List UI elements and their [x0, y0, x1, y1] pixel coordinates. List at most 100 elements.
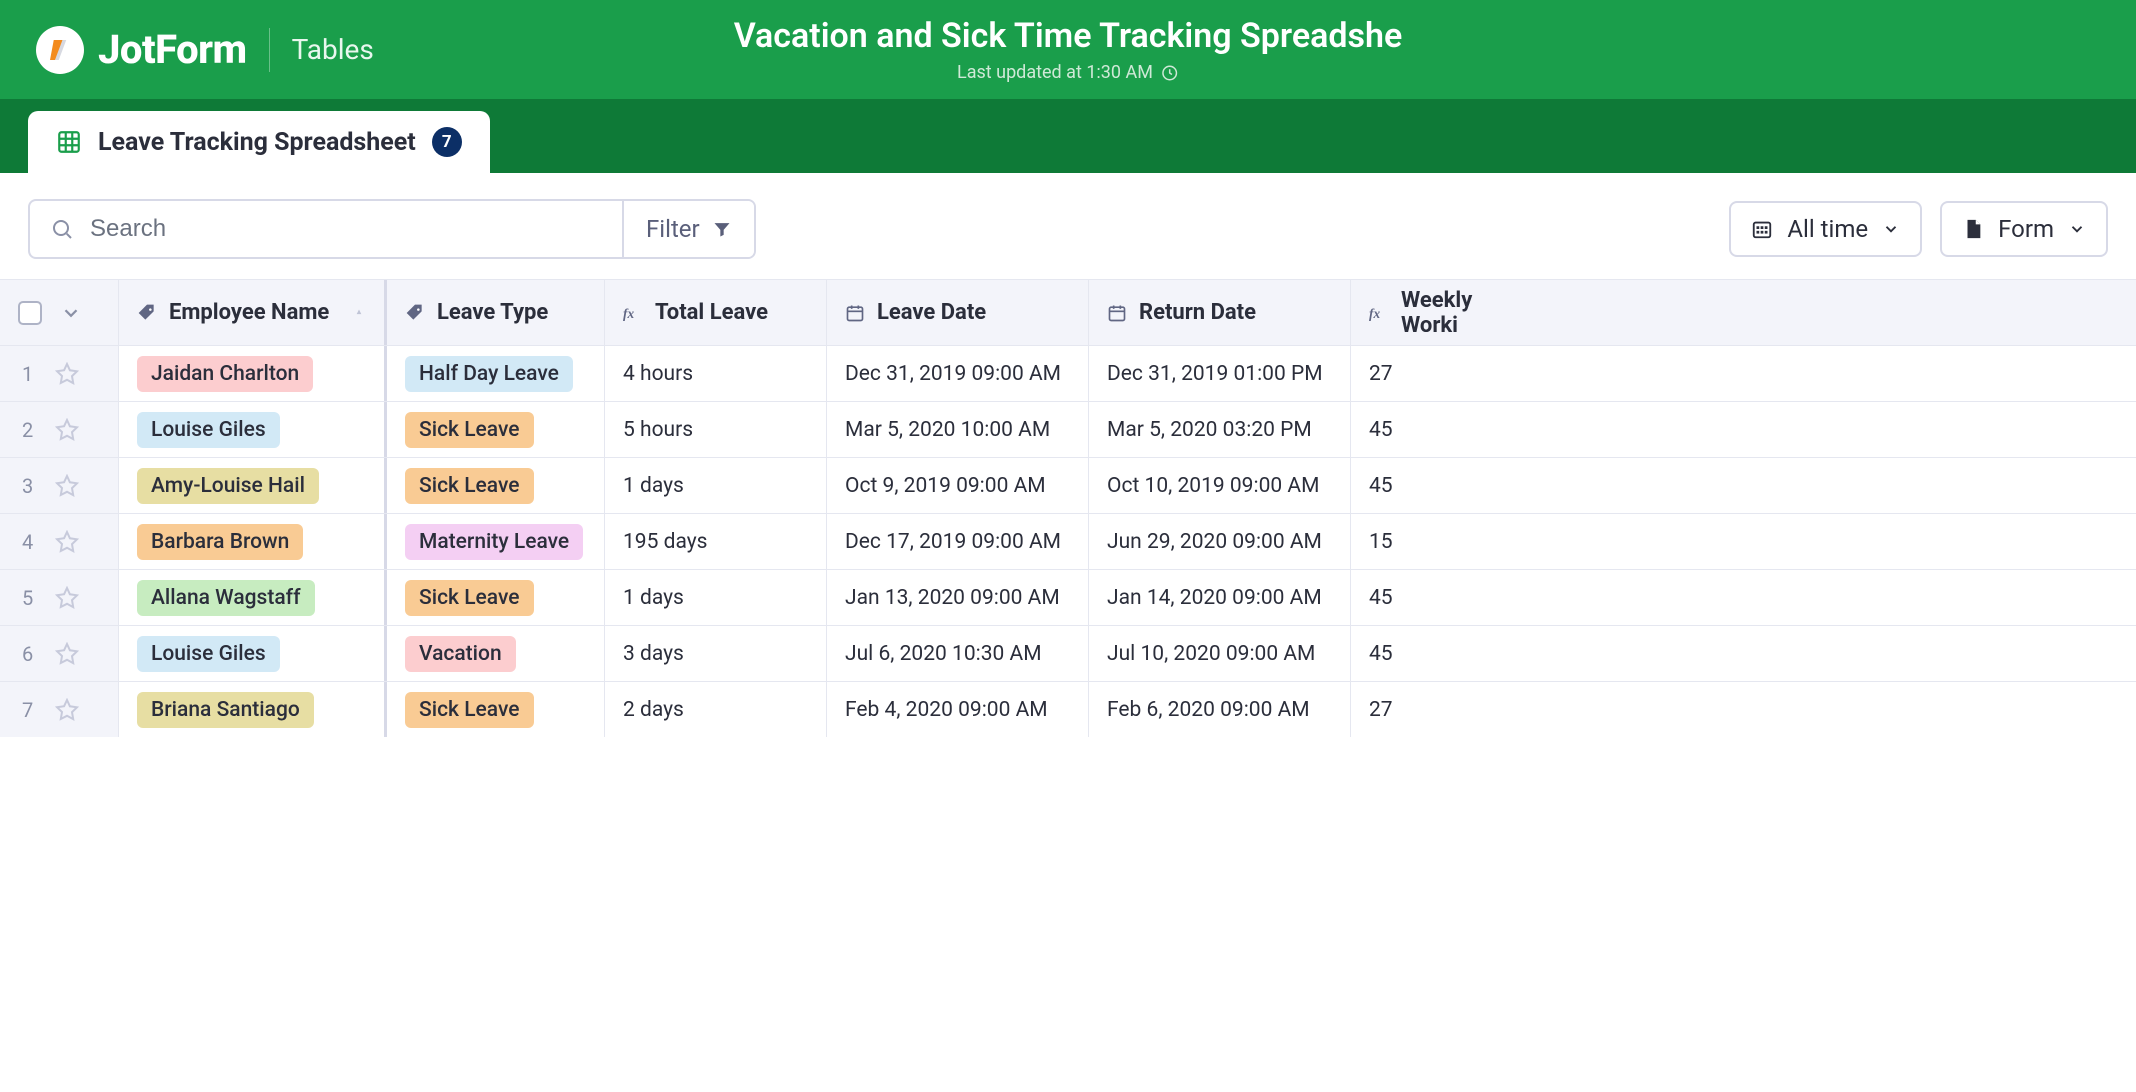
form-dropdown[interactable]: Form: [1940, 201, 2108, 257]
tag-icon: [137, 303, 157, 323]
filter-icon: [712, 219, 732, 239]
col-leave-type-label: Leave Type: [437, 300, 548, 325]
cell-total-leave[interactable]: 1 days: [604, 570, 826, 625]
row-number: 1: [22, 362, 33, 386]
cell-employee[interactable]: Briana Santiago: [118, 682, 384, 737]
star-icon[interactable]: [55, 418, 79, 442]
cell-total-leave[interactable]: 3 days: [604, 626, 826, 681]
col-return-date-label: Return Date: [1139, 300, 1256, 325]
col-return-date[interactable]: Return Date: [1088, 280, 1350, 345]
cell-leave-type[interactable]: Sick Leave: [384, 402, 604, 457]
search-input[interactable]: [88, 214, 602, 244]
star-icon[interactable]: [55, 474, 79, 498]
cell-weekly[interactable]: 15: [1350, 514, 1536, 569]
cell-total-leave[interactable]: 1 days: [604, 458, 826, 513]
cell-weekly[interactable]: 27: [1350, 346, 1536, 401]
cell-leave-date[interactable]: Jul 6, 2020 10:30 AM: [826, 626, 1088, 681]
brand-section-label[interactable]: Tables: [292, 33, 374, 66]
page-title[interactable]: Vacation and Sick Time Tracking Spreadsh…: [734, 16, 1403, 56]
cell-employee[interactable]: Louise Giles: [118, 626, 384, 681]
cell-leave-type[interactable]: Sick Leave: [384, 570, 604, 625]
cell-total-leave[interactable]: 5 hours: [604, 402, 826, 457]
star-icon[interactable]: [55, 530, 79, 554]
star-icon[interactable]: [55, 698, 79, 722]
cell-return-date[interactable]: Jul 10, 2020 09:00 AM: [1088, 626, 1350, 681]
cell-leave-type[interactable]: Sick Leave: [384, 682, 604, 737]
cell-leave-date[interactable]: Mar 5, 2020 10:00 AM: [826, 402, 1088, 457]
row-number: 7: [22, 698, 33, 722]
leave-type-chip: Sick Leave: [405, 468, 534, 504]
table-row[interactable]: 4Barbara BrownMaternity Leave195 daysDec…: [0, 513, 2136, 569]
cell-leave-type[interactable]: Half Day Leave: [384, 346, 604, 401]
cell-weekly[interactable]: 45: [1350, 458, 1536, 513]
col-leave-date-label: Leave Date: [877, 300, 986, 325]
cell-leave-type[interactable]: Vacation: [384, 626, 604, 681]
table-row[interactable]: 2Louise GilesSick Leave5 hoursMar 5, 202…: [0, 401, 2136, 457]
cell-weekly[interactable]: 45: [1350, 402, 1536, 457]
row-index-cell: 7: [0, 682, 118, 737]
cell-return-date[interactable]: Jun 29, 2020 09:00 AM: [1088, 514, 1350, 569]
sort-caret-icon: [352, 306, 366, 320]
cell-employee[interactable]: Allana Wagstaff: [118, 570, 384, 625]
col-employee-name[interactable]: Employee Name: [118, 280, 384, 345]
leave-type-chip: Sick Leave: [405, 412, 534, 448]
calendar-icon: [1107, 303, 1127, 323]
cell-weekly[interactable]: 27: [1350, 682, 1536, 737]
tab-leave-tracking[interactable]: Leave Tracking Spreadsheet 7: [28, 111, 490, 173]
table-row[interactable]: 1Jaidan CharltonHalf Day Leave4 hoursDec…: [0, 345, 2136, 401]
grid-icon: [56, 129, 82, 155]
search-filter-group: Filter: [28, 199, 756, 259]
cell-leave-date[interactable]: Dec 17, 2019 09:00 AM: [826, 514, 1088, 569]
brand-separator: [269, 28, 270, 72]
cell-total-leave[interactable]: 4 hours: [604, 346, 826, 401]
cell-weekly[interactable]: 45: [1350, 626, 1536, 681]
cell-leave-date[interactable]: Feb 4, 2020 09:00 AM: [826, 682, 1088, 737]
row-index-cell: 3: [0, 458, 118, 513]
search-box[interactable]: [30, 201, 622, 257]
select-all-checkbox[interactable]: [18, 301, 42, 325]
table-row[interactable]: 7 Briana Santiago Sick Leave2 daysFeb 4, 2…: [0, 681, 2136, 737]
col-leave-date[interactable]: Leave Date: [826, 280, 1088, 345]
cell-leave-date[interactable]: Jan 13, 2020 09:00 AM: [826, 570, 1088, 625]
cell-return-date[interactable]: Oct 10, 2019 09:00 AM: [1088, 458, 1350, 513]
cell-return-date[interactable]: Feb 6, 2020 09:00 AM: [1088, 682, 1350, 737]
star-icon[interactable]: [55, 362, 79, 386]
cell-total-leave[interactable]: 2 days: [604, 682, 826, 737]
time-range-dropdown[interactable]: All time: [1729, 201, 1922, 257]
formula-icon: fx: [623, 303, 643, 323]
table-row[interactable]: 6Louise GilesVacation3 daysJul 6, 2020 1…: [0, 625, 2136, 681]
cell-return-date[interactable]: Mar 5, 2020 03:20 PM: [1088, 402, 1350, 457]
cell-employee[interactable]: Barbara Brown: [118, 514, 384, 569]
employee-chip: Barbara Brown: [137, 524, 303, 560]
cell-employee[interactable]: Amy-Louise Hail: [118, 458, 384, 513]
formula-icon: fx: [1369, 303, 1389, 323]
cell-employee[interactable]: Louise Giles: [118, 402, 384, 457]
filter-label: Filter: [646, 215, 700, 243]
employee-chip: Louise Giles: [137, 412, 280, 448]
svg-text:fx: fx: [1369, 306, 1380, 321]
table-row[interactable]: 3Amy-Louise Hail Sick Leave 1 daysOct 9, 2…: [0, 457, 2136, 513]
filter-button[interactable]: Filter: [622, 201, 754, 257]
cell-leave-type[interactable]: Sick Leave: [384, 458, 604, 513]
select-all-column: [0, 280, 118, 345]
star-icon[interactable]: [55, 642, 79, 666]
clock-icon: [1161, 64, 1179, 82]
col-leave-type[interactable]: Leave Type: [384, 280, 604, 345]
cell-employee[interactable]: Jaidan Charlton: [118, 346, 384, 401]
cell-leave-date[interactable]: Dec 31, 2019 09:00 AM: [826, 346, 1088, 401]
table-row[interactable]: 5Allana WagstaffSick Leave1 daysJan 13, …: [0, 569, 2136, 625]
star-icon[interactable]: [55, 586, 79, 610]
col-total-leave[interactable]: fx Total Leave: [604, 280, 826, 345]
cell-return-date[interactable]: Jan 14, 2020 09:00 AM: [1088, 570, 1350, 625]
employee-chip: Briana Santiago: [137, 692, 314, 728]
col-weekly-working[interactable]: fx Weekly Worki: [1350, 280, 1536, 345]
cell-weekly[interactable]: 45: [1350, 570, 1536, 625]
cell-total-leave[interactable]: 195 days: [604, 514, 826, 569]
cell-leave-type[interactable]: Maternity Leave: [384, 514, 604, 569]
expand-all-icon[interactable]: [60, 302, 82, 324]
cell-leave-date[interactable]: Oct 9, 2019 09:00 AM: [826, 458, 1088, 513]
chevron-down-icon: [1882, 220, 1900, 238]
search-icon: [50, 217, 74, 241]
calendar-grid-icon: [1751, 218, 1773, 240]
cell-return-date[interactable]: Dec 31, 2019 01:00 PM: [1088, 346, 1350, 401]
